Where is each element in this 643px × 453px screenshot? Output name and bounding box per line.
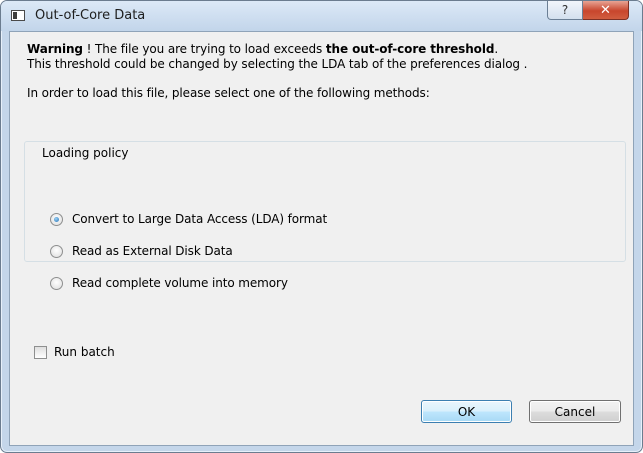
ok-button[interactable]: OK <box>421 400 512 423</box>
run-batch-label: Run batch <box>54 345 115 359</box>
app-icon <box>11 10 25 21</box>
run-batch-checkbox[interactable]: Run batch <box>34 344 115 360</box>
title-bar[interactable]: Out-of-Core Data ? ✕ <box>1 1 642 31</box>
close-button[interactable]: ✕ <box>583 1 629 20</box>
warning-period: . <box>494 42 499 56</box>
warning-label: Warning <box>27 42 83 56</box>
radio-button[interactable] <box>50 276 63 290</box>
radio-button-selected[interactable] <box>50 212 63 226</box>
instruction-text: In order to load this file, please selec… <box>27 86 430 100</box>
radio-button[interactable] <box>50 244 63 258</box>
cancel-button[interactable]: Cancel <box>529 400 621 423</box>
checkbox-box[interactable] <box>34 345 47 359</box>
help-icon: ? <box>561 3 569 17</box>
radio-external-disk[interactable]: Read as External Disk Data <box>50 243 233 259</box>
threshold-emphasis: the out-of-core threshold <box>325 42 495 56</box>
radio-label-read-memory: Read complete volume into memory <box>72 276 288 290</box>
warning-message-line1: Warning ! The file you are trying to loa… <box>27 42 498 56</box>
radio-read-memory[interactable]: Read complete volume into memory <box>50 275 288 291</box>
help-button[interactable]: ? <box>547 1 583 20</box>
loading-policy-label: Loading policy <box>40 146 131 160</box>
radio-convert-lda[interactable]: Convert to Large Data Access (LDA) forma… <box>50 211 327 227</box>
radio-label-external-disk: Read as External Disk Data <box>72 244 233 258</box>
window-title: Out-of-Core Data <box>35 8 146 23</box>
radio-label-convert-lda: Convert to Large Data Access (LDA) forma… <box>72 212 328 226</box>
close-icon: ✕ <box>600 2 611 18</box>
warning-text: ! The file you are trying to load exceed… <box>82 42 326 56</box>
warning-message-line2: This threshold could be changed by selec… <box>27 57 528 71</box>
